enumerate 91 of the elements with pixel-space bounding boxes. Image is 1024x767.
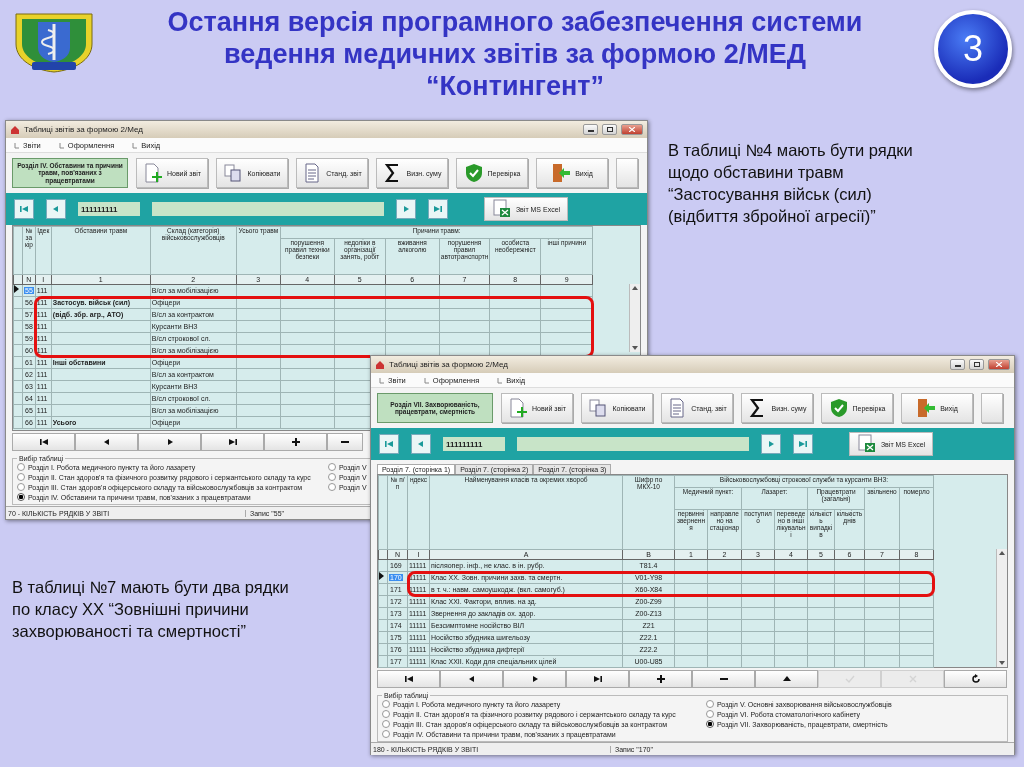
maximize-button[interactable] — [969, 359, 984, 370]
last-record-icon — [227, 437, 238, 447]
spreadsheet-icon — [491, 199, 512, 219]
radio-button[interactable] — [17, 473, 25, 481]
radio-button[interactable] — [706, 720, 714, 728]
menu-mark-icon — [58, 141, 64, 149]
scroll-down-icon — [632, 346, 638, 350]
app-icon — [10, 124, 20, 135]
radio-button[interactable] — [328, 463, 336, 471]
cross-icon — [907, 674, 918, 684]
spreadsheet-icon — [856, 434, 877, 454]
first-record-icon — [403, 674, 414, 684]
radio-button[interactable] — [328, 483, 336, 491]
refresh-icon — [970, 674, 981, 684]
close-button[interactable] — [621, 124, 643, 135]
radio-button[interactable] — [706, 700, 714, 708]
radio-button[interactable] — [382, 720, 390, 728]
scroll-up-icon — [632, 286, 638, 290]
radio-button[interactable] — [706, 710, 714, 718]
minimize-button[interactable] — [583, 124, 598, 135]
scroll-up-icon — [999, 551, 1005, 555]
slide-title: Остання версія програмного забезпечення системи ведення медичних звітів за формою 2/МЕД “Контингент” — [166, 6, 864, 102]
radio-button[interactable] — [17, 483, 25, 491]
door-arrow-icon — [916, 398, 937, 418]
row-pointer-icon — [14, 285, 19, 293]
radio-button[interactable] — [382, 730, 390, 738]
close-icon — [629, 127, 635, 132]
nav-button[interactable] — [944, 670, 1007, 688]
copy-icon — [223, 163, 244, 183]
shield-check-icon — [463, 163, 484, 183]
nav-button[interactable] — [566, 670, 629, 688]
maximize-button[interactable] — [602, 124, 617, 135]
input-field[interactable] — [517, 437, 749, 451]
new-document-icon — [507, 398, 528, 418]
close-button[interactable] — [988, 359, 1010, 370]
code-field[interactable]: 111111111 — [443, 437, 505, 451]
minimize-icon — [954, 362, 961, 367]
previous-icon — [416, 439, 426, 449]
code-field[interactable]: 111111111 — [78, 202, 140, 216]
plus-icon — [290, 437, 301, 447]
nav-button[interactable] — [264, 433, 327, 451]
nav-button[interactable] — [327, 433, 363, 451]
maximize-icon — [973, 362, 980, 367]
first-record-icon — [38, 437, 49, 447]
page-number: 3 — [934, 10, 1012, 88]
next-icon — [401, 204, 411, 214]
radio-button[interactable] — [17, 463, 25, 471]
shield-check-icon — [828, 398, 849, 418]
window-title: Таблиці звітів за формою 2/Мед — [389, 360, 509, 369]
last-record-icon — [592, 674, 603, 684]
last-record-icon — [433, 204, 443, 214]
previous-icon — [51, 204, 61, 214]
up-icon — [781, 674, 792, 684]
close-icon — [996, 362, 1002, 367]
note-text: В таблиці №4 мають бути рядки щодо обставини травм “Застосування військ (сил) (відбиття збройної агресії)” — [668, 140, 913, 227]
new-document-icon — [142, 163, 163, 183]
last-record-icon — [798, 439, 808, 449]
nav-button[interactable] — [377, 670, 440, 688]
radio-button[interactable] — [17, 493, 25, 501]
menu-mark-icon — [132, 141, 138, 149]
minimize-button[interactable] — [950, 359, 965, 370]
row-pointer-icon — [379, 572, 384, 580]
menu-mark-icon — [497, 376, 503, 384]
first-record-icon — [384, 439, 394, 449]
app-icon — [375, 359, 385, 370]
radio-button[interactable] — [382, 700, 390, 708]
toolbar-button[interactable] — [616, 158, 638, 188]
radio-button[interactable] — [328, 473, 336, 481]
menu-mark-icon — [379, 376, 384, 384]
door-arrow-icon — [551, 163, 572, 183]
first-record-icon — [19, 204, 29, 214]
nav-button[interactable] — [201, 433, 264, 451]
scrollbar[interactable] — [629, 284, 640, 352]
menu-mark-icon — [423, 376, 429, 384]
emblem-icon — [12, 10, 96, 74]
maximize-icon — [606, 127, 613, 132]
scroll-down-icon — [999, 661, 1005, 665]
checkmark-icon — [844, 674, 855, 684]
next-icon — [766, 439, 776, 449]
scrollbar[interactable] — [996, 549, 1007, 667]
radio-button[interactable] — [382, 710, 390, 718]
plus-icon — [655, 674, 666, 684]
input-field[interactable] — [152, 202, 384, 216]
copy-icon — [588, 398, 609, 418]
toolbar-button[interactable] — [981, 393, 1003, 423]
window-title: Таблиці звітів за формою 2/Мед — [24, 125, 144, 134]
note-text: В таблиці №7 мають бути два рядки по класу XX “Зовнішні причини захворюваності та смертності” — [12, 577, 289, 642]
nav-button[interactable] — [12, 433, 75, 451]
nav-button[interactable] — [629, 670, 692, 688]
menu-mark-icon — [14, 141, 19, 149]
minimize-icon — [587, 127, 594, 132]
